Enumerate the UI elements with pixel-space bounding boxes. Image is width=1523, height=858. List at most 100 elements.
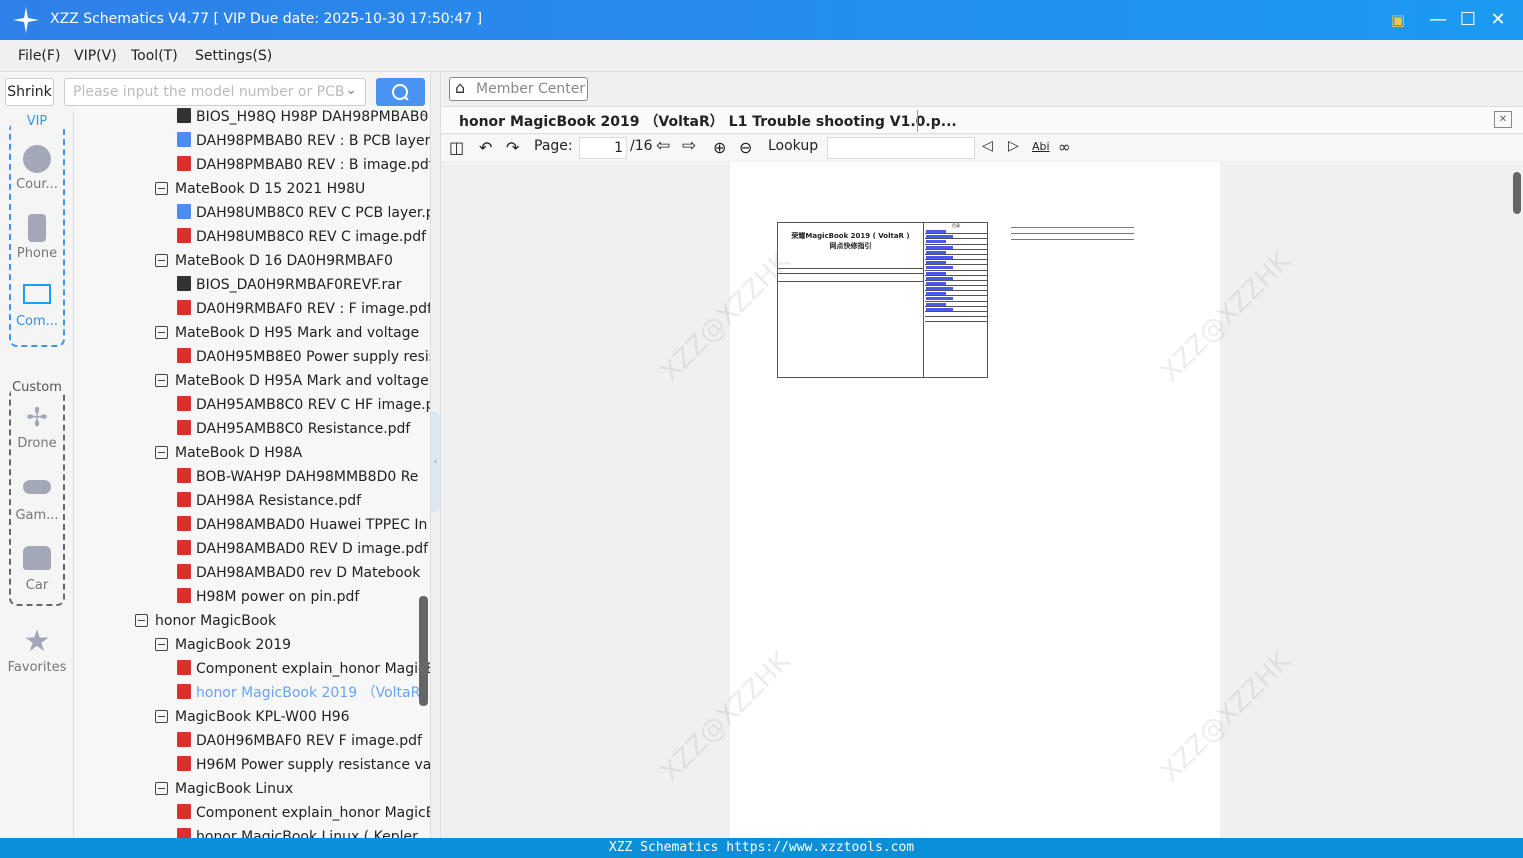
tab-document[interactable]: honor MagicBook 2019 （VoltaR） L1 Trouble…: [459, 111, 957, 131]
chevron-down-icon[interactable]: ⌄: [345, 82, 357, 98]
doc-cover: 荣耀MagicBook 2019 ( VoltaR ) 网点快修指引: [778, 223, 924, 377]
collapse-icon[interactable]: [155, 374, 168, 387]
tree-file[interactable]: DAH98UMB8C0 REV C image.pdf: [177, 225, 426, 249]
tree-folder[interactable]: honor MagicBook: [135, 609, 276, 633]
sidebar-item-car[interactable]: Car: [0, 546, 74, 593]
close-tab-icon[interactable]: ✕: [1494, 111, 1512, 128]
member-center-label: Member Center: [476, 81, 586, 97]
scroll-up-icon[interactable]: ^: [419, 112, 428, 125]
tree-file[interactable]: DAH98AMBAD0 rev D Matebook: [177, 561, 420, 585]
tree-file[interactable]: DAH98AMBAD0 Huawei TPPEC In: [177, 513, 427, 537]
page-input[interactable]: 1: [579, 137, 627, 159]
tree-file[interactable]: DA0H96MBAF0 REV F image.pdf: [177, 729, 422, 753]
tree-file[interactable]: Component explain_honor MagicBook: [177, 801, 430, 825]
tree-file[interactable]: BIOS_H98Q H98P DAH98PMBAB0: [177, 106, 428, 129]
briefcase-icon[interactable]: ▣: [1386, 8, 1410, 32]
collapse-icon[interactable]: [155, 182, 168, 195]
tree-file[interactable]: DA0H95MB8E0 Power supply resistance: [177, 345, 430, 369]
pdf-scrollbar[interactable]: [1511, 162, 1523, 838]
tree-file[interactable]: DAH98UMB8C0 REV C PCB layer.pcb: [177, 201, 430, 225]
sidebar-item-phone[interactable]: Phone: [0, 214, 74, 261]
collapse-icon[interactable]: [155, 326, 168, 339]
sidebar-label: Car: [25, 578, 49, 593]
tree-file[interactable]: H98M power on pin.pdf: [177, 585, 359, 609]
tree-file[interactable]: H96M Power supply resistance va: [177, 753, 430, 777]
pdf-file-icon: [177, 348, 191, 363]
tree-folder[interactable]: MagicBook 2019: [155, 633, 291, 657]
menu-settings[interactable]: Settings(S): [195, 48, 272, 64]
tree-folder[interactable]: MateBook D H95A Mark and voltage: [155, 369, 429, 393]
tree-file[interactable]: DAH95AMB8C0 Resistance.pdf: [177, 417, 410, 441]
match-case-icon[interactable]: Abi: [1032, 140, 1050, 160]
tree-file[interactable]: BOB-WAH9P DAH98MMB8D0 Re: [177, 465, 418, 489]
tab-divider: [917, 110, 918, 132]
tree-scrollbar[interactable]: [419, 596, 428, 706]
close-button[interactable]: ✕: [1486, 8, 1510, 32]
collapse-icon[interactable]: [155, 446, 168, 459]
play-icon: [23, 145, 51, 173]
next-page-icon[interactable]: ⇨: [682, 136, 696, 156]
pdf-canvas[interactable]: 荣耀MagicBook 2019 ( VoltaR ) 网点快修指引 目录 XZ…: [441, 162, 1511, 838]
sidebar-item-favorites[interactable]: ★ Favorites: [0, 627, 74, 676]
sidebar-item-computer[interactable]: Com...: [0, 284, 74, 329]
shrink-button[interactable]: Shrink: [5, 78, 54, 106]
tree-file[interactable]: Component explain_honor MagicBook: [177, 657, 430, 681]
collapse-icon[interactable]: [155, 782, 168, 795]
tree-label: DAH98UMB8C0 REV C image.pdf: [196, 229, 427, 245]
tree-label: DAH95AMB8C0 REV C HF image.pdf: [196, 397, 430, 413]
tree-folder[interactable]: MateBook D H98A: [155, 441, 302, 465]
rotate-right-icon[interactable]: ↷: [506, 138, 519, 158]
tree-folder[interactable]: MateBook D 16 DA0H9RMBAF0: [155, 249, 393, 273]
lookup-input[interactable]: [827, 137, 975, 159]
find-prev-icon[interactable]: ◁: [982, 138, 993, 158]
tree-folder[interactable]: MagicBook Linux: [155, 777, 293, 801]
tree-file[interactable]: DAH95AMB8C0 REV C HF image.pdf: [177, 393, 430, 417]
collapse-icon[interactable]: [135, 614, 148, 627]
tree-file[interactable]: DAH98PMBAB0 REV : B image.pdf: [177, 153, 430, 177]
pdf-scroll-thumb[interactable]: [1513, 172, 1521, 214]
lookup-label: Lookup: [768, 138, 819, 154]
drone-icon: ✢: [26, 403, 48, 433]
member-center-button[interactable]: ⌂ Member Center: [449, 77, 588, 101]
maximize-button[interactable]: ☐: [1456, 8, 1480, 32]
tree-file[interactable]: DA0H9RMBAF0 REV : F image.pdf: [177, 297, 430, 321]
collapse-icon[interactable]: [155, 710, 168, 723]
rotate-left-icon[interactable]: ↶: [479, 138, 492, 158]
sidebar-item-courses[interactable]: Cour...: [0, 145, 74, 192]
tree-folder[interactable]: MateBook D H95 Mark and voltage: [155, 321, 419, 345]
tree-file[interactable]: honor MagicBook 2019 （VoltaR: [177, 681, 420, 705]
tree-label: BOB-WAH9P DAH98MMB8D0 Re: [196, 469, 419, 485]
search-input[interactable]: Please input the model number or PCB ⌄: [64, 78, 366, 106]
minimize-button[interactable]: —: [1426, 8, 1450, 32]
tree-file[interactable]: DAH98PMBAB0 REV : B PCB layer: [177, 129, 430, 153]
pdf-file-icon: [177, 660, 191, 675]
sidebar-label: Cour...: [16, 177, 58, 192]
tree-file[interactable]: honor MagicBook Linux ( Kepler: [177, 825, 418, 838]
tree-label: honor MagicBook: [155, 613, 277, 629]
tree-folder[interactable]: MateBook D 15 2021 H98U: [155, 177, 365, 201]
tree-label: H96M Power supply resistance va: [196, 757, 430, 773]
collapse-handle[interactable]: ‹: [431, 412, 440, 512]
sidebar-item-games[interactable]: Gam...: [0, 480, 74, 523]
tree-file[interactable]: BIOS_DA0H9RMBAF0REVF.rar: [177, 273, 402, 297]
menu-file[interactable]: File(F): [18, 48, 60, 64]
menu-vip[interactable]: VIP(V): [74, 48, 117, 64]
zoom-in-icon[interactable]: ⊕: [713, 138, 726, 158]
collapse-icon[interactable]: [155, 254, 168, 267]
sidebar-item-drone[interactable]: ✢ Drone: [0, 404, 74, 451]
collapse-icon[interactable]: [155, 638, 168, 651]
tree-file[interactable]: DAH98A Resistance.pdf: [177, 489, 361, 513]
panel-splitter[interactable]: ‹: [430, 72, 441, 838]
prev-page-icon[interactable]: ⇦: [656, 136, 670, 156]
search-button[interactable]: [376, 78, 425, 106]
binoculars-icon[interactable]: ∞: [1058, 138, 1071, 158]
menu-tool[interactable]: Tool(T): [131, 48, 178, 64]
find-next-icon[interactable]: ▷: [1008, 138, 1019, 158]
two-page-icon[interactable]: ◫: [449, 138, 464, 158]
pdf-toolbar: ◫ ↶ ↷ Page: 1 /16 ⇦ ⇨ ⊕ ⊖ Lookup ◁ ▷ Abi…: [441, 135, 1523, 161]
tree-file[interactable]: DAH98AMBAD0 REV D image.pdf: [177, 537, 428, 561]
tree-label: MateBook D H95A Mark and voltage: [175, 373, 429, 389]
tree-folder[interactable]: MagicBook KPL-W00 H96: [155, 705, 350, 729]
pdf-file-icon: [177, 420, 191, 435]
zoom-out-icon[interactable]: ⊖: [739, 138, 752, 158]
